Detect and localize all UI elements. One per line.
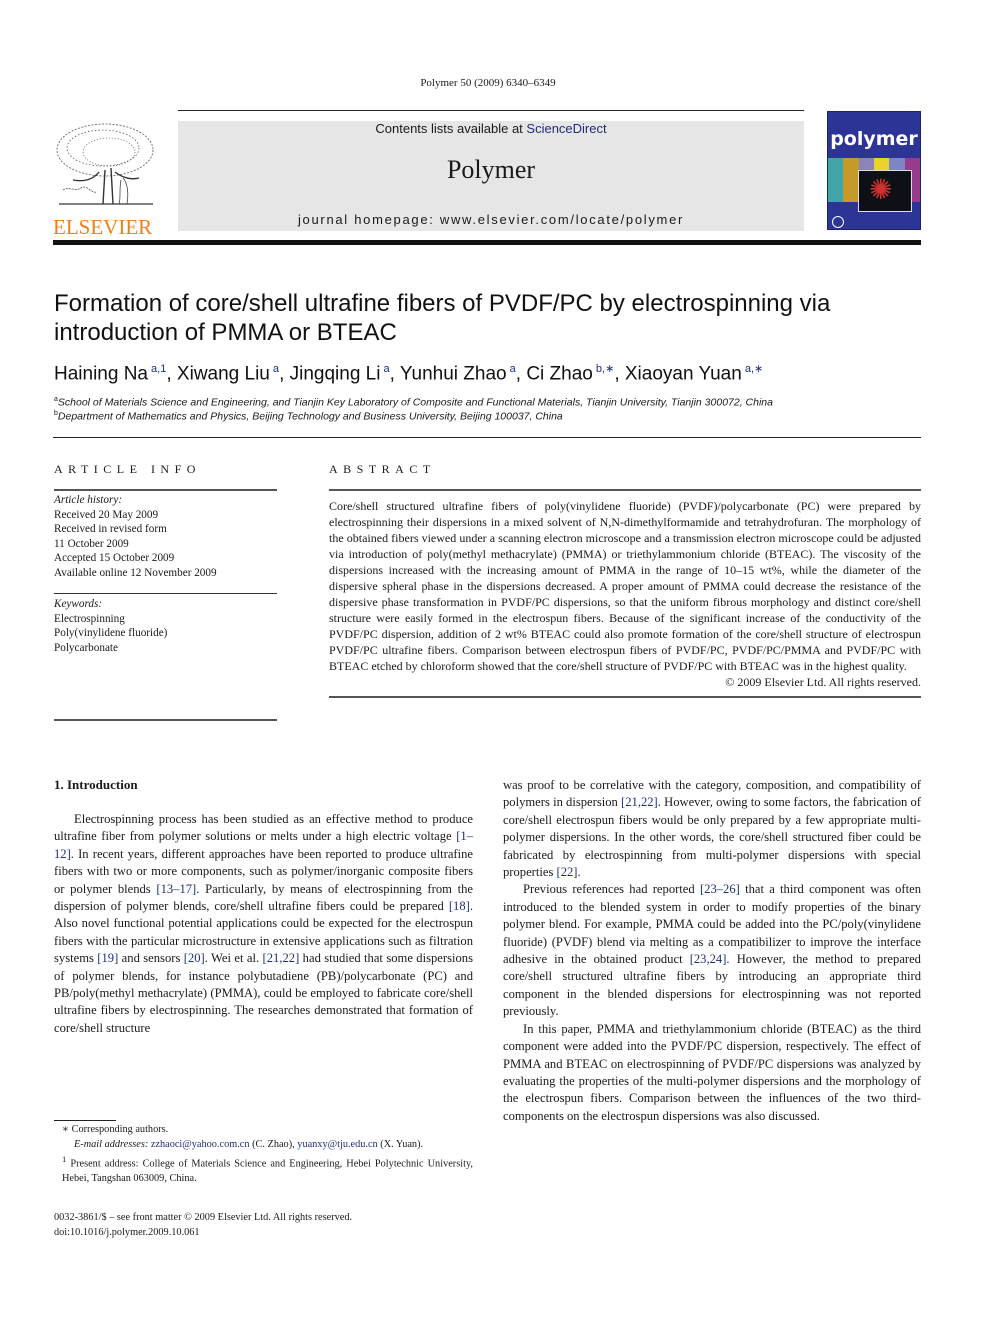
author-list: Haining Na a,1, Xiwang Liu a, Jingqing L… [54,363,764,385]
author-name: Xiwang Liu [176,363,270,385]
journal-homepage[interactable]: journal homepage: www.elsevier.com/locat… [178,212,804,227]
divider [54,719,277,721]
cover-micrograph [858,170,912,212]
author-name: Jingqing Li [289,363,381,385]
history-item: Received in revised form [54,523,167,535]
citation-link[interactable]: [13–17] [156,882,196,896]
cover-title: polymer [830,128,918,150]
divider [329,696,921,698]
body-column-right: was proof to be correlative with the cat… [503,777,921,1125]
author-name: Ci Zhao [526,363,593,385]
keyword: Electrospinning [54,612,125,625]
body-paragraph: Electrospinning process has been studied… [54,812,473,1035]
keyword: Polycarbonate [54,641,118,654]
email-note: E-mail addresses: zzhaoci@yahoo.com.cn (… [54,1138,473,1153]
contents-line: Contents lists available at ScienceDirec… [178,121,804,136]
citation-link[interactable]: [22] [557,865,578,879]
article-info: ARTICLE INFO Article history: Received 2… [54,462,277,721]
abstract-heading: ABSTRACT [329,462,436,476]
keywords-label: Keywords: [54,598,103,610]
divider [54,489,277,491]
author-affiliation-mark[interactable]: a [380,363,390,375]
citation-link[interactable]: [21,22] [621,795,658,809]
history-item: 11 October 2009 [54,537,129,550]
affiliation-text: Department of Mathematics and Physics, B… [57,410,563,423]
affiliation-b: bDepartment of Mathematics and Physics, … [54,410,563,423]
author-affiliation-mark[interactable]: a [270,363,279,375]
history-item: Received 20 May 2009 [54,508,159,521]
citation-link[interactable]: [23–26] [700,882,740,896]
citation-link[interactable]: [20] [184,951,205,965]
journal-name: Polymer [446,155,536,184]
footnotes: ∗ Corresponding authors. E-mail addresse… [54,1123,473,1187]
cover-badge-icon [832,216,844,228]
abstract-text: Core/shell structured ultrafine fibers o… [329,499,921,673]
email-owner: (C. Zhao), [249,1138,298,1150]
header-rule [178,110,804,111]
citation-link[interactable]: [19] [97,951,118,965]
history-label: Article history: [54,494,123,506]
history-item: Accepted 15 October 2009 [54,552,175,564]
email-owner: (X. Yuan). [377,1138,424,1150]
doi[interactable]: doi:10.1016/j.polymer.2009.10.061 [54,1226,473,1241]
divider [54,593,277,594]
abstract: ABSTRACT Core/shell structured ultrafine… [329,462,921,698]
author-affiliation-mark[interactable]: b,∗ [593,363,614,375]
section-heading-introduction: 1. Introduction [54,777,138,792]
affiliation-text: School of Materials Science and Engineer… [57,396,773,409]
author-affiliation-mark[interactable]: a [507,363,516,375]
citation-link[interactable]: [1–12] [54,829,473,860]
article-info-heading: ARTICLE INFO [54,462,201,476]
email-link-zhao[interactable]: zzhaoci@yahoo.com.cn [151,1139,250,1150]
email-label: E-mail addresses: [74,1138,149,1150]
body-paragraph: Previous references had reported [23–26]… [503,882,921,1019]
citation-link[interactable]: [18] [449,899,470,913]
author-name: Yunhui Zhao [399,363,507,385]
email-link-yuan[interactable]: yuanxy@tju.edu.cn [297,1139,377,1150]
abstract-copyright: © 2009 Elsevier Ltd. All rights reserved… [725,675,921,689]
present-address-note: 1 Present address: College of Materials … [54,1152,473,1187]
elsevier-wordmark: ELSEVIER [53,215,153,239]
journal-reference: Polymer 50 (2009) 6340–6349 [420,77,556,89]
body-column-left: Electrospinning process has been studied… [54,811,473,1037]
journal-cover-image: polymer [827,111,921,230]
contents-prefix: Contents lists available at [375,121,527,136]
corresponding-note: ∗ Corresponding authors. [62,1124,169,1135]
body-paragraph: In this paper, PMMA and triethylammonium… [503,1021,921,1123]
keywords: Keywords: Electrospinning Poly(vinyliden… [54,597,277,655]
citation-link[interactable]: [21,22] [263,951,300,965]
affiliation-a: aSchool of Materials Science and Enginee… [54,396,773,409]
history-item: Available online 12 November 2009 [54,566,217,579]
author-affiliation-mark[interactable]: a,1 [148,363,166,375]
body-paragraph: was proof to be correlative with the cat… [503,778,921,880]
present-address: Present address: College of Materials Sc… [62,1158,473,1185]
article-title: Formation of core/shell ultrafine fibers… [54,290,831,346]
divider [329,489,921,491]
front-rule [53,437,921,438]
sciencedirect-link[interactable]: ScienceDirect [526,121,606,136]
issn-line: 0032-3861/$ – see front matter © 2009 El… [54,1212,353,1223]
footnote-rule [54,1120,116,1121]
citation-link[interactable]: [23,24] [690,952,727,966]
author-name: Xiaoyan Yuan [624,363,742,385]
author-name: Haining Na [54,363,148,385]
author-affiliation-mark[interactable]: a,∗ [742,363,763,375]
article-history: Article history: Received 20 May 2009 Re… [54,493,277,580]
elsevier-logo: ELSEVIER [53,120,157,238]
elsevier-tree-icon [56,123,154,205]
keyword: Poly(vinylidene fluoride) [54,627,168,639]
header-thick-rule [53,240,921,245]
front-matter: 0032-3861/$ – see front matter © 2009 El… [54,1211,473,1240]
